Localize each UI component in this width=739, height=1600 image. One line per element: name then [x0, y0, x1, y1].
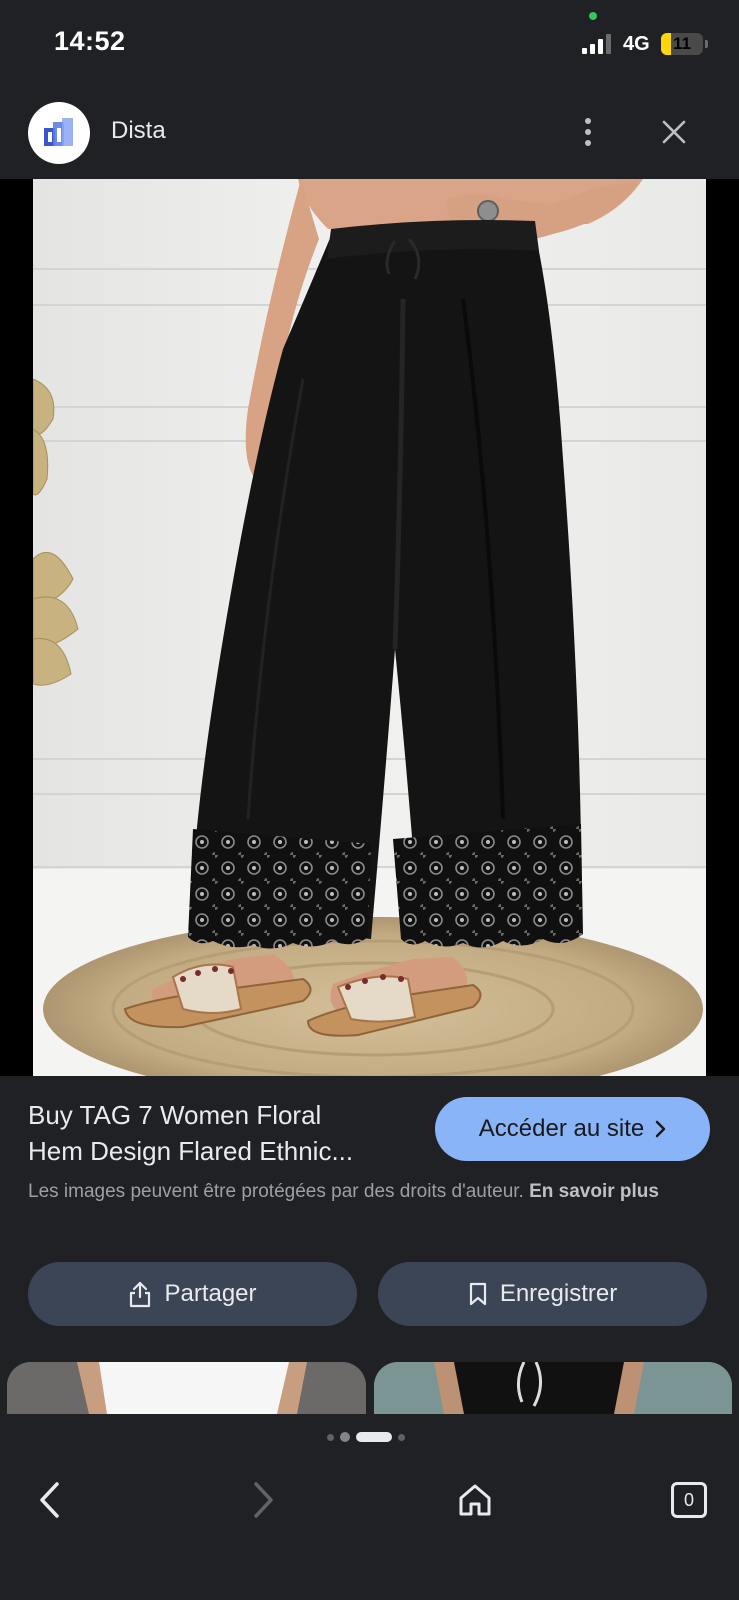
- close-button[interactable]: [656, 112, 692, 152]
- page-dot: [327, 1433, 334, 1441]
- page-dot-active: [356, 1432, 392, 1442]
- result-title-line-2: Hem Design Flared Ethnic...: [28, 1136, 354, 1166]
- thumbnail-black-pants: [374, 1362, 732, 1414]
- forward-button[interactable]: [233, 1474, 293, 1526]
- share-icon: [130, 1281, 151, 1308]
- battery-icon: 11: [661, 33, 703, 55]
- share-label: Partager: [164, 1280, 257, 1307]
- site-logo[interactable]: [28, 102, 90, 164]
- thumbnail-white-pants: [7, 1362, 366, 1414]
- site-name[interactable]: Dista: [111, 117, 166, 145]
- page-indicator: [327, 1432, 405, 1442]
- privacy-indicator-dot: [589, 12, 597, 20]
- copyright-text: Les images peuvent être protégées par de…: [28, 1181, 524, 1202]
- status-time: 14:52: [54, 26, 126, 56]
- save-button[interactable]: Enregistrer: [378, 1262, 707, 1326]
- signal-strength-icon: [582, 34, 616, 54]
- chevron-left-icon: [40, 1482, 59, 1518]
- chevron-right-icon: [254, 1482, 273, 1518]
- tabs-count: 0: [671, 1482, 707, 1518]
- product-image[interactable]: [33, 179, 706, 1076]
- visit-site-label: Accéder au site: [478, 1115, 645, 1142]
- home-icon: [459, 1484, 491, 1516]
- visit-site-button[interactable]: Accéder au site: [435, 1097, 710, 1161]
- page-dot: [398, 1433, 405, 1441]
- close-icon: [662, 120, 686, 144]
- home-button[interactable]: [445, 1474, 505, 1526]
- save-label: Enregistrer: [499, 1280, 618, 1307]
- result-title-line-1: Buy TAG 7 Women Floral: [28, 1100, 322, 1130]
- share-button[interactable]: Partager: [28, 1262, 357, 1326]
- page-dot: [340, 1432, 350, 1442]
- result-title[interactable]: Buy TAG 7 Women Floral Hem Design Flared…: [28, 1097, 403, 1169]
- learn-more-link[interactable]: En savoir plus: [529, 1181, 659, 1202]
- battery-level: 11: [673, 34, 691, 53]
- battery-tip: [705, 40, 708, 48]
- chevron-right-icon: [655, 1120, 666, 1138]
- tabs-button[interactable]: 0: [659, 1474, 719, 1526]
- related-image-thumbnail[interactable]: [7, 1362, 366, 1414]
- product-photo-illustration: [33, 179, 706, 1076]
- more-options-button[interactable]: [570, 112, 606, 152]
- dista-logo-icon: [44, 118, 73, 146]
- network-type: 4G: [623, 33, 650, 55]
- more-vert-icon: [585, 118, 591, 124]
- related-image-thumbnail[interactable]: [374, 1362, 732, 1414]
- copyright-notice: Les images peuvent être protégées par de…: [28, 1177, 718, 1206]
- bookmark-icon: [469, 1282, 486, 1306]
- back-button[interactable]: [20, 1474, 80, 1526]
